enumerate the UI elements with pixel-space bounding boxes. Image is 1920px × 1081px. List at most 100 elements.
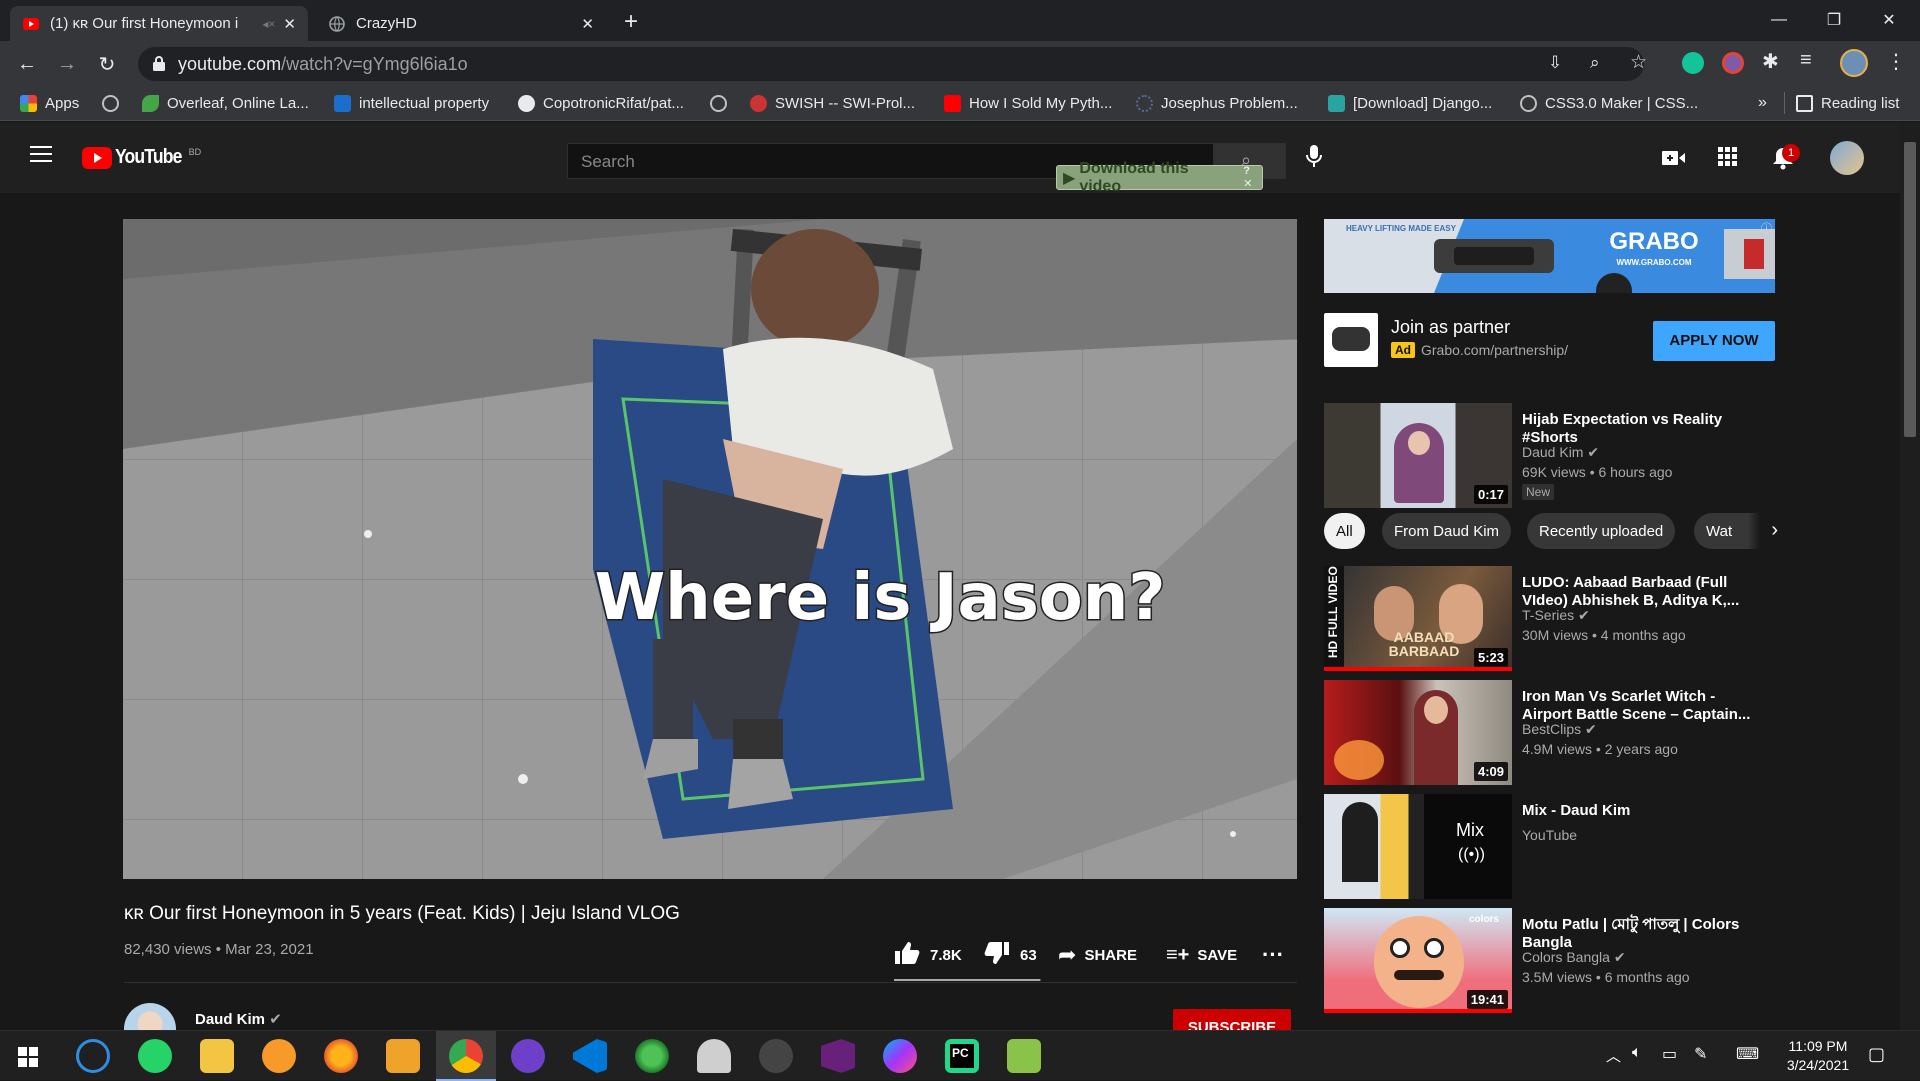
reload-button[interactable]: ↻ (94, 51, 120, 77)
grammarly-extension-icon[interactable] (1682, 52, 1704, 74)
channel-name[interactable]: Daud Kim ✔ (195, 1010, 282, 1028)
zoom-icon[interactable]: ⌕ (1590, 53, 1600, 73)
related-title[interactable]: Motu Patlu | মোটু পাতলু | Colors Bangla (1522, 916, 1767, 952)
bookmark-github[interactable]: CopotronicRifat/pat... (518, 92, 684, 114)
profile-avatar[interactable] (1840, 49, 1868, 77)
mix-thumbnail[interactable]: Mix ((•)) (1324, 794, 1512, 899)
save-button[interactable]: ≡+ SAVE (1166, 942, 1237, 968)
chrome-icon[interactable] (449, 1039, 483, 1073)
tab-crazyhd[interactable]: CrazyHD ✕ (316, 6, 606, 41)
tab-close-icon[interactable]: ✕ (283, 15, 296, 33)
app-notepad-icon[interactable] (1007, 1039, 1041, 1073)
bookmark-youtube[interactable]: How I Sold My Pyth... (944, 92, 1112, 114)
page-scrollbar[interactable] (1900, 122, 1920, 1030)
media-control-icon[interactable]: ≡ (1800, 49, 1812, 72)
keyboard-icon[interactable]: ⌨ (1736, 1044, 1759, 1064)
firefox-icon[interactable] (324, 1039, 358, 1073)
related-channel[interactable]: YouTube (1522, 827, 1577, 843)
related-title[interactable]: Hijab Expectation vs Reality #Shorts (1522, 411, 1767, 447)
taskbar-clock[interactable]: 11:09 PM 3/24/2021 (1778, 1037, 1858, 1075)
chip-recently-uploaded[interactable]: Recently uploaded (1527, 513, 1676, 549)
scrollbar-thumb[interactable] (1904, 142, 1916, 437)
close-window-button[interactable]: ✕ (1866, 4, 1912, 36)
help-icon[interactable]: ? ✕ (1243, 165, 1262, 190)
file-explorer-icon[interactable] (200, 1039, 234, 1073)
github-desktop-icon[interactable] (511, 1039, 545, 1073)
related-title[interactable]: Iron Man Vs Scarlet Witch - Airport Batt… (1522, 688, 1767, 724)
volume-icon[interactable]: 🔈︎ (1632, 1044, 1642, 1062)
related-video-item[interactable]: colors 19:41 Motu Patlu | মোটু পাতলু | C… (1324, 908, 1824, 1013)
windows-start-icon[interactable] (18, 1047, 38, 1072)
address-bar[interactable]: youtube.com/watch?v=gYmg6l6ia1o ⇩ ⌕ ☆ (138, 47, 1647, 81)
video-thumbnail[interactable]: colors 19:41 (1324, 908, 1512, 1013)
forward-button[interactable]: → (54, 51, 80, 77)
minimize-button[interactable]: — (1756, 4, 1802, 36)
related-channel[interactable]: T-Series ✔ (1522, 607, 1590, 624)
related-video-item[interactable]: HD FULL VIDEO AABAAD BARBAAD 5:23 LUDO: … (1324, 566, 1824, 671)
restore-button[interactable]: ❐ (1811, 4, 1857, 36)
bookmark-star-icon[interactable]: ☆ (1630, 51, 1647, 74)
more-actions-icon[interactable]: ··· (1262, 942, 1284, 968)
visual-studio-icon[interactable] (821, 1039, 855, 1073)
pen-icon[interactable]: ✎ (1694, 1044, 1707, 1064)
puzzle-extensions-icon[interactable]: ✱ (1762, 49, 1779, 74)
bookmark-globe[interactable] (102, 92, 127, 114)
ad-logo[interactable] (1324, 313, 1378, 367)
bookmark-josephus[interactable]: Josephus Problem... (1136, 92, 1298, 114)
bookmark-swish[interactable]: SWISH -- SWI-Prol... (750, 92, 915, 114)
chip-from-channel[interactable]: From Daud Kim (1382, 513, 1512, 549)
system-tray-chevron-icon[interactable]: ︿ (1606, 1045, 1621, 1066)
tab-youtube[interactable]: (1) ᴋʀ Our first Honeymoon i ◂× ✕ (10, 6, 308, 41)
video-thumbnail[interactable]: 0:17 (1324, 403, 1512, 508)
chips-next-chevron-icon[interactable]: › (1748, 513, 1778, 549)
messenger-icon[interactable] (883, 1039, 917, 1073)
video-player[interactable]: Where is Jason? (123, 219, 1297, 879)
related-mix-item[interactable]: Mix ((•)) Mix - Daud Kim YouTube (1324, 794, 1824, 899)
install-icon[interactable]: ⇩ (1548, 53, 1562, 73)
video-thumbnail[interactable]: 4:09 (1324, 680, 1512, 785)
whatsapp-icon[interactable] (138, 1039, 172, 1073)
create-video-icon[interactable] (1662, 150, 1686, 171)
app-parachute-icon[interactable] (697, 1039, 731, 1073)
bookmarks-overflow-button[interactable]: » (1758, 92, 1767, 114)
bookmark-overleaf[interactable]: Overleaf, Online La... (142, 92, 309, 114)
pycharm-icon[interactable]: PC (945, 1039, 979, 1073)
app-green-globe-icon[interactable] (635, 1039, 669, 1073)
ad-title[interactable]: Join as partner (1391, 317, 1510, 338)
user-avatar[interactable] (1830, 141, 1864, 175)
lock-icon[interactable] (152, 55, 166, 77)
speaker-muted-icon[interactable]: ◂× (262, 17, 275, 31)
bookmark-globe-2[interactable] (710, 92, 735, 114)
notification-center-icon[interactable]: ▢ (1868, 1044, 1885, 1065)
new-tab-button[interactable]: + (624, 8, 638, 36)
bookmark-intellectual-property[interactable]: intellectual property (334, 92, 489, 114)
bookmark-django[interactable]: [Download] Django... (1328, 92, 1492, 114)
tab-close-icon[interactable]: ✕ (581, 15, 594, 33)
like-button[interactable]: 7.8K (894, 942, 962, 968)
apps-grid-icon[interactable] (1718, 147, 1738, 172)
related-channel[interactable]: BestClips ✔ (1522, 721, 1597, 738)
app-satellite-icon[interactable] (759, 1039, 793, 1073)
related-video-item[interactable]: 4:09 Iron Man Vs Scarlet Witch - Airport… (1324, 680, 1824, 785)
related-title[interactable]: Mix - Daud Kim (1522, 802, 1767, 820)
brave-browser-icon[interactable] (262, 1039, 296, 1073)
related-video-item[interactable]: 0:17 Hijab Expectation vs Reality #Short… (1324, 403, 1824, 508)
video-thumbnail[interactable]: HD FULL VIDEO AABAAD BARBAAD 5:23 (1324, 566, 1512, 671)
related-channel[interactable]: Daud Kim ✔ (1522, 444, 1599, 461)
bookmark-css-maker[interactable]: CSS3.0 Maker | CSS... (1520, 92, 1698, 114)
ad-info-icon[interactable]: ⓘ (1761, 220, 1772, 236)
network-icon[interactable]: ▭ (1662, 1044, 1677, 1064)
hamburger-menu-icon[interactable] (30, 146, 52, 162)
apply-now-button[interactable]: APPLY NOW (1653, 321, 1775, 361)
related-channel[interactable]: Colors Bangla ✔ (1522, 949, 1626, 966)
bookmark-apps[interactable]: Apps (20, 92, 79, 114)
sublime-icon[interactable] (386, 1039, 420, 1073)
back-button[interactable]: ← (14, 51, 40, 77)
extension-icon[interactable] (1722, 52, 1744, 74)
search-cortana-icon[interactable] (76, 1039, 110, 1073)
reading-list-button[interactable]: Reading list (1796, 92, 1899, 114)
menu-kebab-icon[interactable]: ⋮ (1886, 49, 1906, 74)
share-button[interactable]: ➦ SHARE (1058, 942, 1137, 968)
related-title[interactable]: LUDO: Aabaad Barbaad (Full VIdeo) Abhish… (1522, 574, 1767, 610)
ad-banner[interactable]: GRABO WWW.GRABO.COM HEAVY LIFTING MADE E… (1324, 219, 1775, 293)
